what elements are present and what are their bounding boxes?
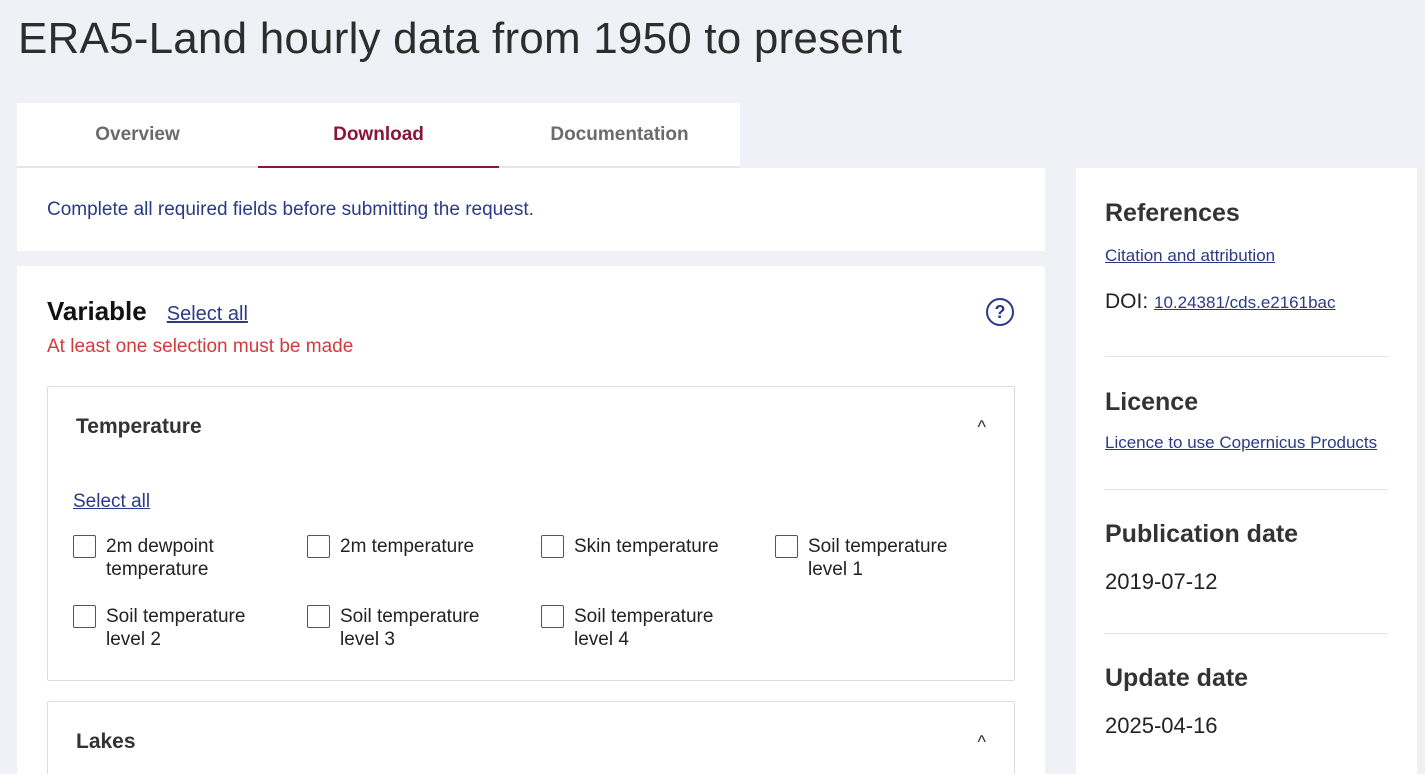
publication-date-section: Publication date 2019-07-12 — [1105, 490, 1388, 634]
variable-header: Variable Select all — [47, 296, 248, 327]
tab-documentation[interactable]: Documentation — [499, 103, 740, 168]
temperature-group: Temperature ^ Select all 2m dewpoint tem… — [47, 386, 1015, 681]
tab-bar: Overview Download Documentation — [17, 103, 740, 168]
required-fields-notice: Complete all required fields before subm… — [17, 168, 1045, 251]
tab-overview[interactable]: Overview — [17, 103, 258, 168]
licence-title: Licence — [1105, 388, 1199, 416]
licence-link[interactable]: Licence to use Copernicus Products — [1105, 433, 1377, 452]
licence-section: Licence Licence to use Copernicus Produc… — [1105, 357, 1388, 490]
publication-date-value: 2019-07-12 — [1105, 569, 1218, 594]
checkbox[interactable] — [73, 535, 96, 558]
sidebar: References Citation and attribution DOI:… — [1076, 168, 1417, 774]
chevron-up-icon[interactable]: ^ — [978, 732, 986, 753]
update-date-title: Update date — [1105, 664, 1249, 692]
checkbox[interactable] — [73, 605, 96, 628]
question-circle-icon[interactable]: ? — [986, 298, 1014, 326]
doi-row: DOI: 10.24381/cds.e2161bac — [1105, 290, 1388, 314]
variable-error-message: At least one selection must be made — [47, 336, 354, 357]
option-soil-temperature-level-1[interactable]: Soil temperature level 1 — [775, 535, 985, 581]
option-label: Soil temperature level 1 — [808, 536, 948, 580]
references-title: References — [1105, 199, 1240, 227]
variable-form-card: Variable Select all ? At least one selec… — [17, 266, 1045, 774]
update-date-value: 2025-04-16 — [1105, 713, 1218, 738]
page-title: ERA5-Land hourly data from 1950 to prese… — [18, 14, 903, 63]
references-section: References Citation and attribution DOI:… — [1105, 168, 1388, 357]
option-soil-temperature-level-2[interactable]: Soil temperature level 2 — [73, 605, 283, 651]
option-label: 2m dewpoint temperature — [106, 536, 214, 580]
checkbox[interactable] — [541, 535, 564, 558]
chevron-up-icon[interactable]: ^ — [978, 417, 986, 438]
lakes-group: Lakes ^ — [47, 701, 1015, 774]
option-label: Skin temperature — [574, 536, 719, 557]
checkbox[interactable] — [775, 535, 798, 558]
option-label: Soil temperature level 4 — [574, 606, 714, 650]
option-2m-dewpoint-temperature[interactable]: 2m dewpoint temperature — [73, 535, 283, 581]
doi-link[interactable]: 10.24381/cds.e2161bac — [1154, 293, 1336, 312]
checkbox[interactable] — [307, 605, 330, 628]
option-label: Soil temperature level 2 — [106, 606, 246, 650]
option-2m-temperature[interactable]: 2m temperature — [307, 535, 517, 558]
tab-download[interactable]: Download — [258, 103, 499, 168]
option-label: 2m temperature — [340, 536, 475, 557]
option-soil-temperature-level-3[interactable]: Soil temperature level 3 — [307, 605, 517, 651]
citation-link[interactable]: Citation and attribution — [1105, 246, 1275, 265]
variable-title: Variable — [47, 296, 147, 326]
checkbox[interactable] — [541, 605, 564, 628]
publication-date-title: Publication date — [1105, 520, 1299, 548]
update-date-section: Update date 2025-04-16 — [1105, 634, 1388, 739]
lakes-group-title: Lakes — [76, 730, 136, 753]
notice-text: Complete all required fields before subm… — [47, 199, 534, 220]
temperature-select-all-link[interactable]: Select all — [73, 491, 150, 513]
option-label: Soil temperature level 3 — [340, 606, 480, 650]
variable-select-all-link[interactable]: Select all — [167, 303, 248, 326]
option-skin-temperature[interactable]: Skin temperature — [541, 535, 751, 558]
doi-label: DOI: — [1105, 290, 1149, 313]
temperature-group-title: Temperature — [76, 415, 202, 438]
option-soil-temperature-level-4[interactable]: Soil temperature level 4 — [541, 605, 751, 651]
checkbox[interactable] — [307, 535, 330, 558]
